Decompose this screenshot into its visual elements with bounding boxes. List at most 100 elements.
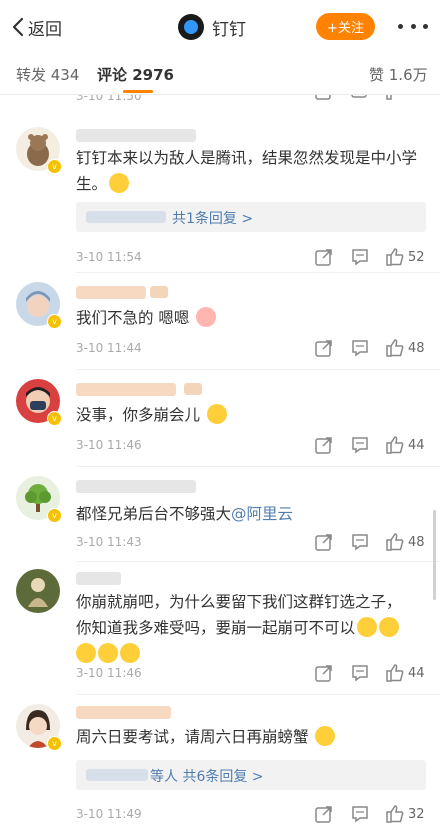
username-blurred[interactable]	[76, 286, 146, 299]
comment-time: 3-10 11:54	[76, 250, 142, 264]
comment-icon[interactable]	[350, 532, 372, 554]
like-count: 48	[408, 341, 425, 356]
repost-icon[interactable]	[314, 532, 336, 554]
comment-item[interactable]: 你崩就崩吧，为什么要留下我们这群钉选之子， 你知道我多难受吗，要崩一起崩可不可以…	[0, 567, 440, 695]
verified-badge-icon: v	[47, 411, 62, 426]
comment-time: 3-10 11:50	[76, 95, 142, 103]
username-blurred[interactable]	[76, 706, 171, 719]
account-title[interactable]: 钉钉	[178, 12, 246, 42]
like-icon[interactable]	[385, 804, 407, 826]
sweat-emoji-icon	[98, 643, 118, 663]
comment-time: 3-10 11:46	[76, 438, 142, 452]
comment-meta: 3-10 11:46 44	[0, 663, 440, 687]
follow-button[interactable]: +关注	[316, 13, 375, 40]
comment-icon[interactable]	[350, 95, 372, 105]
comment-text: 没事，你多崩会儿	[76, 402, 428, 428]
more-menu-icon[interactable]	[398, 15, 428, 37]
reply-username-blurred	[86, 211, 166, 223]
reply-username-blurred	[86, 769, 148, 781]
active-tab-indicator	[123, 90, 153, 93]
comment-text: 都怪兄弟后台不够强大@阿里云	[76, 505, 294, 523]
verified-badge-icon: v	[47, 736, 62, 751]
avatar[interactable]	[16, 569, 60, 613]
like-icon[interactable]	[385, 532, 407, 554]
comment-item[interactable]: v 周六日要考试，请周六日再崩螃蟹 等人 共6条回复 > 3-10 11:49 …	[0, 700, 440, 830]
tab-likes[interactable]: 赞 1.6万	[369, 64, 428, 85]
replies-box[interactable]: 等人 共6条回复 >	[76, 760, 426, 790]
tab-reposts[interactable]: 转发 434	[16, 64, 79, 85]
divider	[76, 466, 440, 467]
comment-text: 我们不急的 嗯嗯	[76, 305, 428, 331]
repost-icon[interactable]	[314, 247, 336, 269]
comment-meta: 3-10 11:46 44	[0, 435, 440, 459]
username-blurred[interactable]	[76, 383, 176, 396]
comment-icon[interactable]	[350, 804, 372, 826]
comment-meta: 3-10 11:54 52	[0, 247, 440, 271]
comment-time: 3-10 11:46	[76, 666, 142, 680]
comment-icon[interactable]	[350, 435, 372, 457]
comment-text: 周六日要考试，请周六日再崩螃蟹	[76, 724, 428, 750]
comment-time: 3-10 11:43	[76, 535, 142, 549]
repost-icon[interactable]	[314, 663, 336, 685]
divider	[76, 369, 440, 370]
comment-icon[interactable]	[350, 338, 372, 360]
like-count: 32	[408, 807, 425, 822]
comment-item[interactable]: v 钉钉本来以为敌人是腾讯，结果忽然发现是中小学生。 共1条回复 > 3-10 …	[0, 123, 440, 273]
divider	[76, 694, 440, 695]
username-blurred[interactable]	[76, 480, 196, 493]
tab-comments[interactable]: 评论 2976	[97, 64, 174, 85]
like-icon[interactable]	[385, 338, 407, 360]
verified-badge-icon: v	[47, 508, 62, 523]
comment-time: 3-10 11:49	[76, 807, 142, 821]
comment-icon[interactable]	[350, 663, 372, 685]
sweat-emoji-icon	[379, 617, 400, 637]
like-count: 44	[408, 666, 425, 681]
replies-box[interactable]: 共1条回复 >	[76, 202, 426, 232]
reply-count-link[interactable]: 共1条回复 >	[172, 208, 253, 228]
repost-icon[interactable]	[314, 95, 336, 105]
username-blurred[interactable]	[76, 572, 121, 585]
like-icon[interactable]	[385, 435, 407, 457]
repost-icon[interactable]	[314, 338, 336, 360]
blush-emoji-icon	[196, 307, 217, 327]
comment-item[interactable]: v 都怪兄弟后台不够强大@阿里云 3-10 11:43 48	[0, 472, 440, 562]
smirk-emoji-icon	[206, 404, 227, 424]
repost-icon[interactable]	[314, 435, 336, 457]
like-count: 44	[408, 438, 425, 453]
comment-text: 钉钉本来以为敌人是腾讯，结果忽然发现是中小学生。	[76, 149, 418, 193]
member-badge-icon	[150, 286, 168, 298]
like-icon[interactable]	[385, 663, 407, 685]
like-count: 52	[408, 250, 425, 265]
mention-link[interactable]: @阿里云	[231, 505, 293, 523]
comment-item[interactable]: v 我们不急的 嗯嗯 3-10 11:44 48	[0, 278, 440, 370]
verified-badge-icon: v	[47, 314, 62, 329]
sweat-emoji-icon	[76, 643, 96, 663]
comment-text: 你崩就崩吧，为什么要留下我们这群钉选之子， 你知道我多难受吗，要崩一起崩可不可以	[76, 589, 428, 667]
page-title: 钉钉	[212, 19, 246, 40]
divider	[76, 272, 440, 273]
smile-emoji-icon	[315, 726, 336, 746]
post-stats-tabs: 转发 434 评论 2976 赞 1.6万	[0, 54, 440, 95]
back-button[interactable]: 返回	[12, 14, 62, 40]
back-label: 返回	[28, 19, 62, 40]
like-icon[interactable]	[385, 247, 407, 269]
divider	[76, 561, 440, 562]
comment-meta: 3-10 11:43 48	[0, 532, 440, 556]
scrollbar[interactable]	[433, 510, 436, 600]
laugh-cry-emoji-icon	[109, 173, 130, 193]
reply-count-link[interactable]: 等人 共6条回复 >	[150, 766, 264, 786]
verified-badge-icon: v	[47, 159, 62, 174]
comment-item[interactable]: v 没事，你多崩会儿 3-10 11:46 44	[0, 375, 440, 467]
sweat-emoji-icon	[357, 617, 378, 637]
comment-meta: 3-10 11:49 32	[0, 804, 440, 828]
username-blurred[interactable]	[76, 129, 196, 142]
like-icon[interactable]	[385, 95, 407, 105]
like-count: 48	[408, 535, 425, 550]
comment-meta: 3-10 11:44 48	[0, 338, 440, 362]
member-badge-icon	[184, 383, 202, 395]
dingtalk-logo-icon	[178, 14, 204, 40]
chevron-left-icon	[12, 17, 24, 37]
comment-icon[interactable]	[350, 247, 372, 269]
sweat-emoji-icon	[120, 643, 140, 663]
repost-icon[interactable]	[314, 804, 336, 826]
